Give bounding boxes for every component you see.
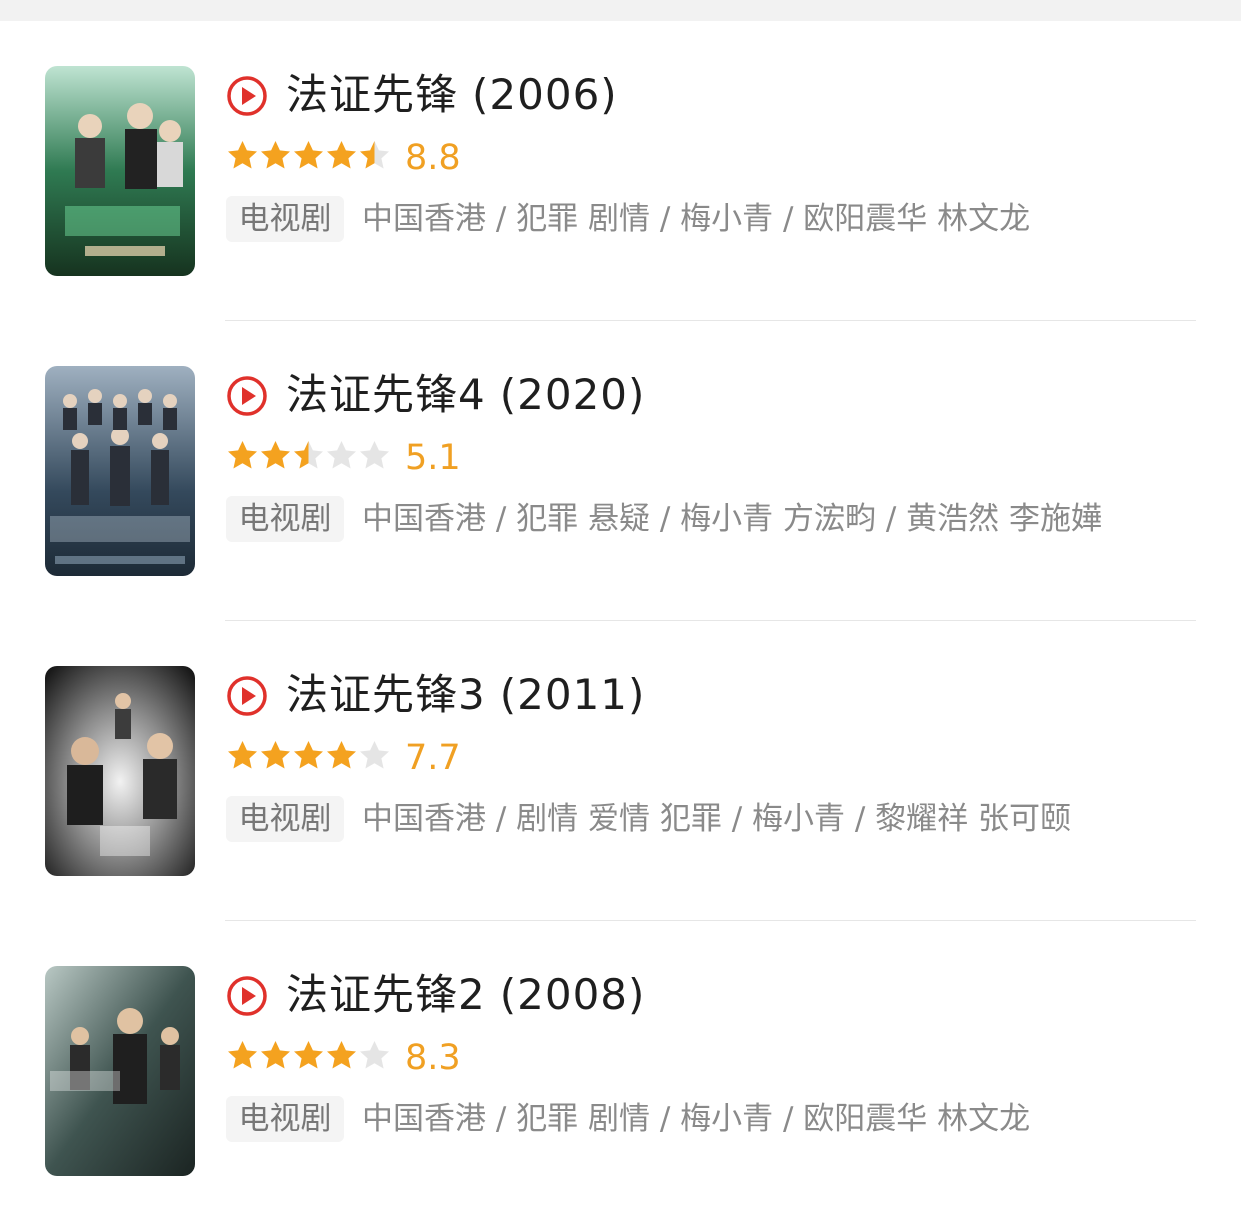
play-circle-icon[interactable] bbox=[226, 675, 268, 717]
results-list: 法证先锋 (2006) 8.8 电视剧 中国香港 / 犯罪 剧情 / 梅小青 / … bbox=[0, 21, 1241, 1221]
star-icon bbox=[360, 441, 389, 469]
title-year: (2008) bbox=[499, 970, 646, 1019]
list-item[interactable]: 法证先锋4 (2020) 5.1 电视剧 中国香港 / 犯罪 悬疑 / 梅小青 方… bbox=[0, 321, 1241, 621]
rating-score: 8.8 bbox=[405, 138, 461, 178]
title-text: 法证先锋2 bbox=[286, 970, 486, 1019]
list-item[interactable]: 法证先锋2 (2008) 8.3 电视剧 中国香港 / 犯罪 剧情 / 梅小青 /… bbox=[0, 921, 1241, 1221]
star-rating bbox=[226, 739, 391, 775]
star-icon bbox=[228, 141, 257, 169]
play-circle-icon[interactable] bbox=[226, 975, 268, 1017]
star-icon bbox=[294, 741, 323, 769]
star-icon bbox=[294, 441, 323, 469]
item-title[interactable]: 法证先锋3 (2011) bbox=[286, 665, 645, 725]
star-rating bbox=[226, 139, 391, 175]
type-badge: 电视剧 bbox=[226, 496, 344, 542]
play-circle-icon[interactable] bbox=[226, 375, 268, 417]
rating-score: 5.1 bbox=[405, 438, 461, 478]
top-status-strip bbox=[0, 0, 1241, 21]
title-text: 法证先锋4 bbox=[286, 370, 486, 419]
star-icon bbox=[327, 741, 356, 769]
title-year: (2006) bbox=[472, 70, 618, 119]
star-icon bbox=[228, 1041, 257, 1069]
type-badge: 电视剧 bbox=[226, 796, 344, 842]
title-text: 法证先锋 bbox=[286, 70, 459, 119]
item-meta: 中国香港 / 犯罪 剧情 / 梅小青 / 欧阳震华 林文龙 bbox=[362, 1101, 1031, 1137]
poster-image[interactable] bbox=[45, 366, 195, 576]
star-icon bbox=[327, 441, 356, 469]
type-badge: 电视剧 bbox=[226, 1096, 344, 1142]
item-meta: 中国香港 / 犯罪 剧情 / 梅小青 / 欧阳震华 林文龙 bbox=[362, 201, 1031, 237]
star-rating bbox=[226, 439, 391, 475]
poster-image[interactable] bbox=[45, 666, 195, 876]
item-title[interactable]: 法证先锋4 (2020) bbox=[286, 365, 645, 425]
star-icon bbox=[360, 1041, 389, 1069]
title-year: (2011) bbox=[499, 670, 646, 719]
list-item[interactable]: 法证先锋3 (2011) 7.7 电视剧 中国香港 / 剧情 爱情 犯罪 / 梅小… bbox=[0, 621, 1241, 921]
poster-image[interactable] bbox=[45, 966, 195, 1176]
star-icon bbox=[327, 141, 356, 169]
title-text: 法证先锋3 bbox=[286, 670, 486, 719]
star-icon bbox=[294, 1041, 323, 1069]
rating-score: 8.3 bbox=[405, 1038, 461, 1078]
star-icon bbox=[294, 141, 323, 169]
play-circle-icon[interactable] bbox=[226, 75, 268, 117]
star-icon bbox=[360, 741, 389, 769]
type-badge: 电视剧 bbox=[226, 196, 344, 242]
item-title[interactable]: 法证先锋 (2006) bbox=[286, 65, 618, 125]
star-rating bbox=[226, 1039, 391, 1075]
star-icon bbox=[360, 141, 389, 169]
star-icon bbox=[261, 741, 290, 769]
star-icon bbox=[261, 441, 290, 469]
star-icon bbox=[327, 1041, 356, 1069]
poster-image[interactable] bbox=[45, 66, 195, 276]
title-year: (2020) bbox=[499, 370, 646, 419]
item-meta: 中国香港 / 剧情 爱情 犯罪 / 梅小青 / 黎耀祥 张可颐 bbox=[362, 801, 1072, 837]
star-icon bbox=[261, 1041, 290, 1069]
rating-score: 7.7 bbox=[405, 738, 461, 778]
item-meta: 中国香港 / 犯罪 悬疑 / 梅小青 方浤畇 / 黄浩然 李施嬅 bbox=[362, 501, 1103, 537]
star-icon bbox=[228, 741, 257, 769]
star-icon bbox=[261, 141, 290, 169]
item-title[interactable]: 法证先锋2 (2008) bbox=[286, 965, 645, 1025]
star-icon bbox=[228, 441, 257, 469]
list-item[interactable]: 法证先锋 (2006) 8.8 电视剧 中国香港 / 犯罪 剧情 / 梅小青 / … bbox=[0, 21, 1241, 321]
